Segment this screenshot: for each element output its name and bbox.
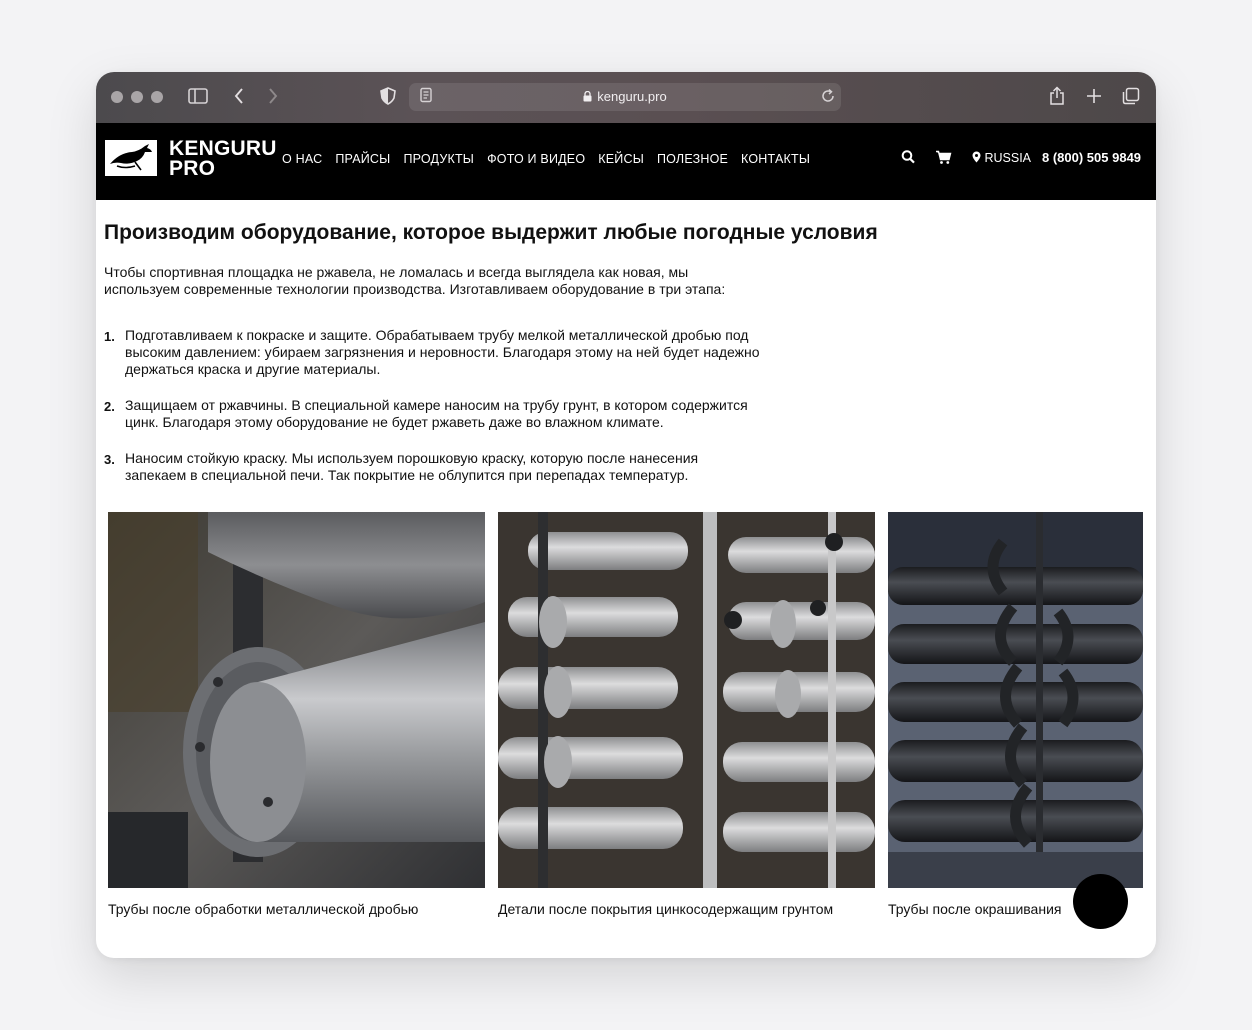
browser-window: kenguru.pro KENGURU PRO О НАС ПРАЙСЫ ПРО… bbox=[96, 72, 1156, 958]
step-number: 3. bbox=[104, 452, 115, 467]
intro-line-1: Чтобы спортивная площадка не ржавела, не… bbox=[104, 264, 689, 280]
page-content: Производим оборудование, которое выдержи… bbox=[96, 200, 1156, 958]
tab-overview-icon[interactable] bbox=[1122, 87, 1140, 105]
privacy-shield-icon[interactable] bbox=[380, 87, 396, 105]
logo-line-1: KENGURU bbox=[169, 137, 277, 160]
window-zoom-button[interactable] bbox=[151, 91, 163, 103]
step-item: 3. Наносим стойкую краску. Мы используем… bbox=[104, 450, 804, 484]
step-text-line: Наносим стойкую краску. Мы используем по… bbox=[125, 450, 699, 466]
logo-text[interactable]: KENGURU PRO bbox=[169, 137, 277, 180]
site-header: KENGURU PRO О НАС ПРАЙСЫ ПРОДУКТЫ ФОТО И… bbox=[96, 123, 1156, 200]
step-text-line: цинк. Благодаря этому оборудование не бу… bbox=[125, 414, 664, 430]
url-label: kenguru.pro bbox=[597, 89, 667, 104]
step-number: 1. bbox=[104, 329, 115, 344]
search-icon[interactable] bbox=[901, 149, 915, 169]
step-text-line: Защищаем от ржавчины. В специальной каме… bbox=[125, 397, 748, 413]
step-text-line: Подготавливаем к покраске и защите. Обра… bbox=[125, 327, 749, 343]
location-pin-icon bbox=[972, 151, 981, 163]
intro-text: Чтобы спортивная площадка не ржавела, не… bbox=[104, 264, 794, 298]
nav-item-cases[interactable]: КЕЙСЫ bbox=[598, 151, 644, 167]
page-title: Производим оборудование, которое выдержи… bbox=[104, 221, 878, 244]
new-tab-icon[interactable] bbox=[1086, 87, 1102, 105]
step-number: 2. bbox=[104, 399, 115, 414]
step-item: 1. Подготавливаем к покраске и защите. О… bbox=[104, 327, 804, 378]
step-text-line: держаться краска и другие материалы. bbox=[125, 361, 381, 377]
logo-line-2: PRO bbox=[169, 157, 216, 180]
address-bar[interactable]: kenguru.pro bbox=[409, 83, 841, 111]
chat-widget-button[interactable] bbox=[1073, 874, 1128, 929]
photo-blasted-pipe bbox=[108, 512, 485, 888]
nav-item-products[interactable]: ПРОДУКТЫ bbox=[403, 151, 474, 167]
main-nav: О НАС ПРАЙСЫ ПРОДУКТЫ ФОТО И ВИДЕО КЕЙСЫ… bbox=[282, 151, 810, 167]
nav-item-prices[interactable]: ПРАЙСЫ bbox=[335, 151, 390, 167]
cart-icon[interactable] bbox=[935, 150, 952, 169]
kangaroo-logo-icon[interactable] bbox=[105, 140, 157, 176]
photo-caption: Трубы после окрашивания bbox=[888, 901, 1062, 917]
region-selector[interactable]: RUSSIA bbox=[972, 150, 1031, 166]
photo-caption: Детали после покрытия цинкосодержащим гр… bbox=[498, 901, 834, 917]
back-icon[interactable] bbox=[233, 87, 245, 105]
lock-icon bbox=[583, 90, 592, 106]
browser-toolbar: kenguru.pro bbox=[96, 72, 1156, 123]
photo-caption: Трубы после обработки металлической дроб… bbox=[108, 901, 419, 917]
step-text-line: высоким давлением: убираем загрязнения и… bbox=[125, 344, 760, 360]
window-minimize-button[interactable] bbox=[131, 91, 143, 103]
photo-primed-parts bbox=[498, 512, 875, 888]
intro-line-2: используем современные технологии произв… bbox=[104, 281, 726, 297]
steps-list: 1. Подготавливаем к покраске и защите. О… bbox=[104, 327, 804, 503]
photo-painted-pipes bbox=[888, 512, 1143, 888]
nav-item-about[interactable]: О НАС bbox=[282, 151, 322, 167]
nav-item-useful[interactable]: ПОЛЕЗНОЕ bbox=[657, 151, 728, 167]
share-icon[interactable] bbox=[1049, 86, 1065, 106]
step-text-line: запекаем в специальной печи. Так покрыти… bbox=[125, 467, 689, 483]
step-item: 2. Защищаем от ржавчины. В специальной к… bbox=[104, 397, 804, 431]
url-text: kenguru.pro bbox=[409, 89, 841, 106]
reload-icon[interactable] bbox=[821, 88, 835, 104]
sidebar-toggle-icon[interactable] bbox=[188, 87, 208, 105]
nav-item-contacts[interactable]: КОНТАКТЫ bbox=[741, 151, 810, 167]
nav-item-photo-video[interactable]: ФОТО И ВИДЕО bbox=[487, 151, 585, 167]
forward-icon[interactable] bbox=[267, 87, 279, 105]
window-close-button[interactable] bbox=[111, 91, 123, 103]
region-label: RUSSIA bbox=[984, 151, 1032, 165]
phone-link[interactable]: 8 (800) 505 9849 bbox=[1042, 150, 1141, 166]
